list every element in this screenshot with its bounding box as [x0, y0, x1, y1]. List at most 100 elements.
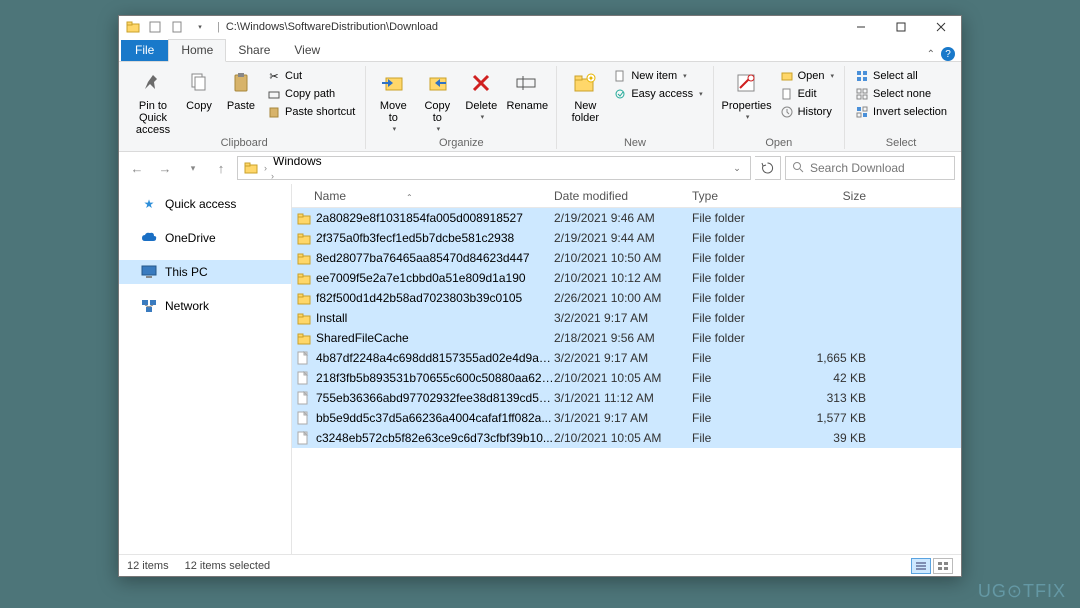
- folder-icon: [296, 230, 312, 246]
- address-bar[interactable]: › This PC›Local Disk (C:)›Windows›Softwa…: [237, 156, 751, 180]
- copy-to-button[interactable]: Copy to▾: [416, 66, 458, 134]
- table-row[interactable]: 218f3fb5b893531b70655c600c50880aa62b...2…: [292, 368, 961, 388]
- ribbon-collapse-icon[interactable]: ⌃: [927, 49, 935, 60]
- rename-button[interactable]: Rename: [504, 66, 550, 112]
- folder-icon: [123, 18, 143, 36]
- paste-shortcut-button[interactable]: Paste shortcut: [263, 104, 359, 120]
- paste-shortcut-icon: [267, 105, 281, 119]
- qat-new-icon[interactable]: [167, 18, 187, 36]
- search-input[interactable]: Search Download: [785, 156, 955, 180]
- file-type: File folder: [692, 271, 792, 285]
- invert-selection-button[interactable]: Invert selection: [851, 104, 951, 120]
- nav-onedrive[interactable]: OneDrive: [119, 226, 291, 250]
- move-to-button[interactable]: Move to▾: [372, 66, 414, 134]
- cut-button[interactable]: ✂Cut: [263, 68, 359, 84]
- rename-icon: [512, 68, 542, 98]
- tab-share[interactable]: Share: [226, 40, 282, 61]
- move-to-icon: [378, 68, 408, 98]
- open-button[interactable]: Open▾: [776, 68, 838, 84]
- easy-access-button[interactable]: Easy access▾: [609, 86, 706, 102]
- file-type: File: [692, 391, 792, 405]
- file-list[interactable]: Name⌃ Date modified Type Size 2a80829e8f…: [292, 184, 961, 554]
- copy-button[interactable]: Copy: [179, 66, 219, 112]
- table-row[interactable]: c3248eb572cb5f82e63ce9c6d73cfbf39b10...2…: [292, 428, 961, 448]
- select-none-button[interactable]: Select none: [851, 86, 951, 102]
- file-date: 2/19/2021 9:46 AM: [554, 211, 692, 225]
- file-name: bb5e9dd5c37d5a66236a4004cafaf1ff082a...: [316, 411, 554, 425]
- table-row[interactable]: 4b87df2248a4c698dd8157355ad02e4d9a4...3/…: [292, 348, 961, 368]
- properties-button[interactable]: Properties▾: [720, 66, 774, 122]
- file-date: 2/18/2021 9:56 AM: [554, 331, 692, 345]
- tab-view[interactable]: View: [282, 40, 332, 61]
- close-button[interactable]: [921, 16, 961, 38]
- file-name: Install: [316, 311, 554, 325]
- up-button[interactable]: ↑: [209, 156, 233, 180]
- file-size: 42 KB: [792, 371, 866, 385]
- this-pc-icon: [141, 264, 157, 280]
- new-folder-button[interactable]: ✦ New folder: [563, 66, 607, 124]
- table-row[interactable]: Install3/2/2021 9:17 AMFile folder: [292, 308, 961, 328]
- forward-button[interactable]: →: [153, 156, 177, 180]
- table-row[interactable]: ee7009f5e2a7e1cbbd0a51e809d1a1902/10/202…: [292, 268, 961, 288]
- nav-quick-access[interactable]: ★Quick access: [119, 192, 291, 216]
- view-details-button[interactable]: [911, 558, 931, 574]
- chevron-right-icon[interactable]: ›: [262, 163, 269, 173]
- address-dropdown-button[interactable]: ⌄: [726, 157, 748, 179]
- pin-quick-access-button[interactable]: Pin to Quick access: [129, 66, 177, 136]
- back-button[interactable]: ←: [125, 156, 149, 180]
- new-item-button[interactable]: New item▾: [609, 68, 706, 84]
- file-icon: [296, 350, 312, 366]
- refresh-button[interactable]: [755, 156, 781, 180]
- watermark: UG⊙TFIX: [978, 581, 1066, 602]
- table-row[interactable]: f82f500d1d42b58ad7023803b39c01052/26/202…: [292, 288, 961, 308]
- help-icon[interactable]: ?: [941, 47, 955, 61]
- file-name: 2a80829e8f1031854fa005d008918527: [316, 211, 554, 225]
- column-name[interactable]: Name: [314, 189, 346, 203]
- column-headers[interactable]: Name⌃ Date modified Type Size: [292, 184, 961, 208]
- tab-home[interactable]: Home: [168, 39, 226, 62]
- delete-button[interactable]: Delete▾: [460, 66, 502, 122]
- select-all-button[interactable]: Select all: [851, 68, 951, 84]
- recent-locations-button[interactable]: ▾: [181, 156, 205, 180]
- folder-icon: [240, 161, 262, 175]
- tab-file[interactable]: File: [121, 40, 168, 61]
- content-area: ★Quick access OneDrive This PC Network N…: [119, 184, 961, 554]
- table-row[interactable]: 8ed28077ba76465aa85470d84623d4472/10/202…: [292, 248, 961, 268]
- minimize-button[interactable]: [841, 16, 881, 38]
- column-date[interactable]: Date modified: [554, 189, 692, 203]
- chevron-right-icon[interactable]: ›: [269, 171, 276, 180]
- file-type: File: [692, 411, 792, 425]
- history-icon: [780, 105, 794, 119]
- edit-button[interactable]: Edit: [776, 86, 838, 102]
- copy-path-button[interactable]: Copy path: [263, 86, 359, 102]
- table-row[interactable]: bb5e9dd5c37d5a66236a4004cafaf1ff082a...3…: [292, 408, 961, 428]
- file-name: ee7009f5e2a7e1cbbd0a51e809d1a190: [316, 271, 554, 285]
- breadcrumb[interactable]: Windows: [269, 156, 384, 168]
- table-row[interactable]: SharedFileCache2/18/2021 9:56 AMFile fol…: [292, 328, 961, 348]
- file-icon: [296, 370, 312, 386]
- folder-icon: [296, 210, 312, 226]
- column-size[interactable]: Size: [792, 189, 866, 203]
- table-row[interactable]: 2a80829e8f1031854fa005d0089185272/19/202…: [292, 208, 961, 228]
- svg-text:✦: ✦: [588, 74, 595, 83]
- ribbon-tabs: File Home Share View ⌃ ?: [119, 38, 961, 62]
- file-size: 313 KB: [792, 391, 866, 405]
- qat-dropdown-icon[interactable]: ▾: [189, 18, 209, 36]
- paste-button[interactable]: Paste: [221, 66, 261, 112]
- qat-properties-icon[interactable]: [145, 18, 165, 36]
- ribbon-group-clipboard: Pin to Quick access Copy Paste ✂Cut Copy…: [123, 66, 366, 149]
- nav-this-pc[interactable]: This PC: [119, 260, 291, 284]
- table-row[interactable]: 2f375a0fb3fecf1ed5b7dcbe581c29382/19/202…: [292, 228, 961, 248]
- column-type[interactable]: Type: [692, 189, 792, 203]
- file-name: 2f375a0fb3fecf1ed5b7dcbe581c2938: [316, 231, 554, 245]
- file-date: 3/2/2021 9:17 AM: [554, 351, 692, 365]
- folder-icon: [296, 330, 312, 346]
- maximize-button[interactable]: [881, 16, 921, 38]
- nav-network[interactable]: Network: [119, 294, 291, 318]
- table-row[interactable]: 755eb36366abd97702932fee38d8139cd57...3/…: [292, 388, 961, 408]
- history-button[interactable]: History: [776, 104, 838, 120]
- file-date: 2/10/2021 10:50 AM: [554, 251, 692, 265]
- view-large-icons-button[interactable]: [933, 558, 953, 574]
- folder-icon: [296, 270, 312, 286]
- file-size: 1,577 KB: [792, 411, 866, 425]
